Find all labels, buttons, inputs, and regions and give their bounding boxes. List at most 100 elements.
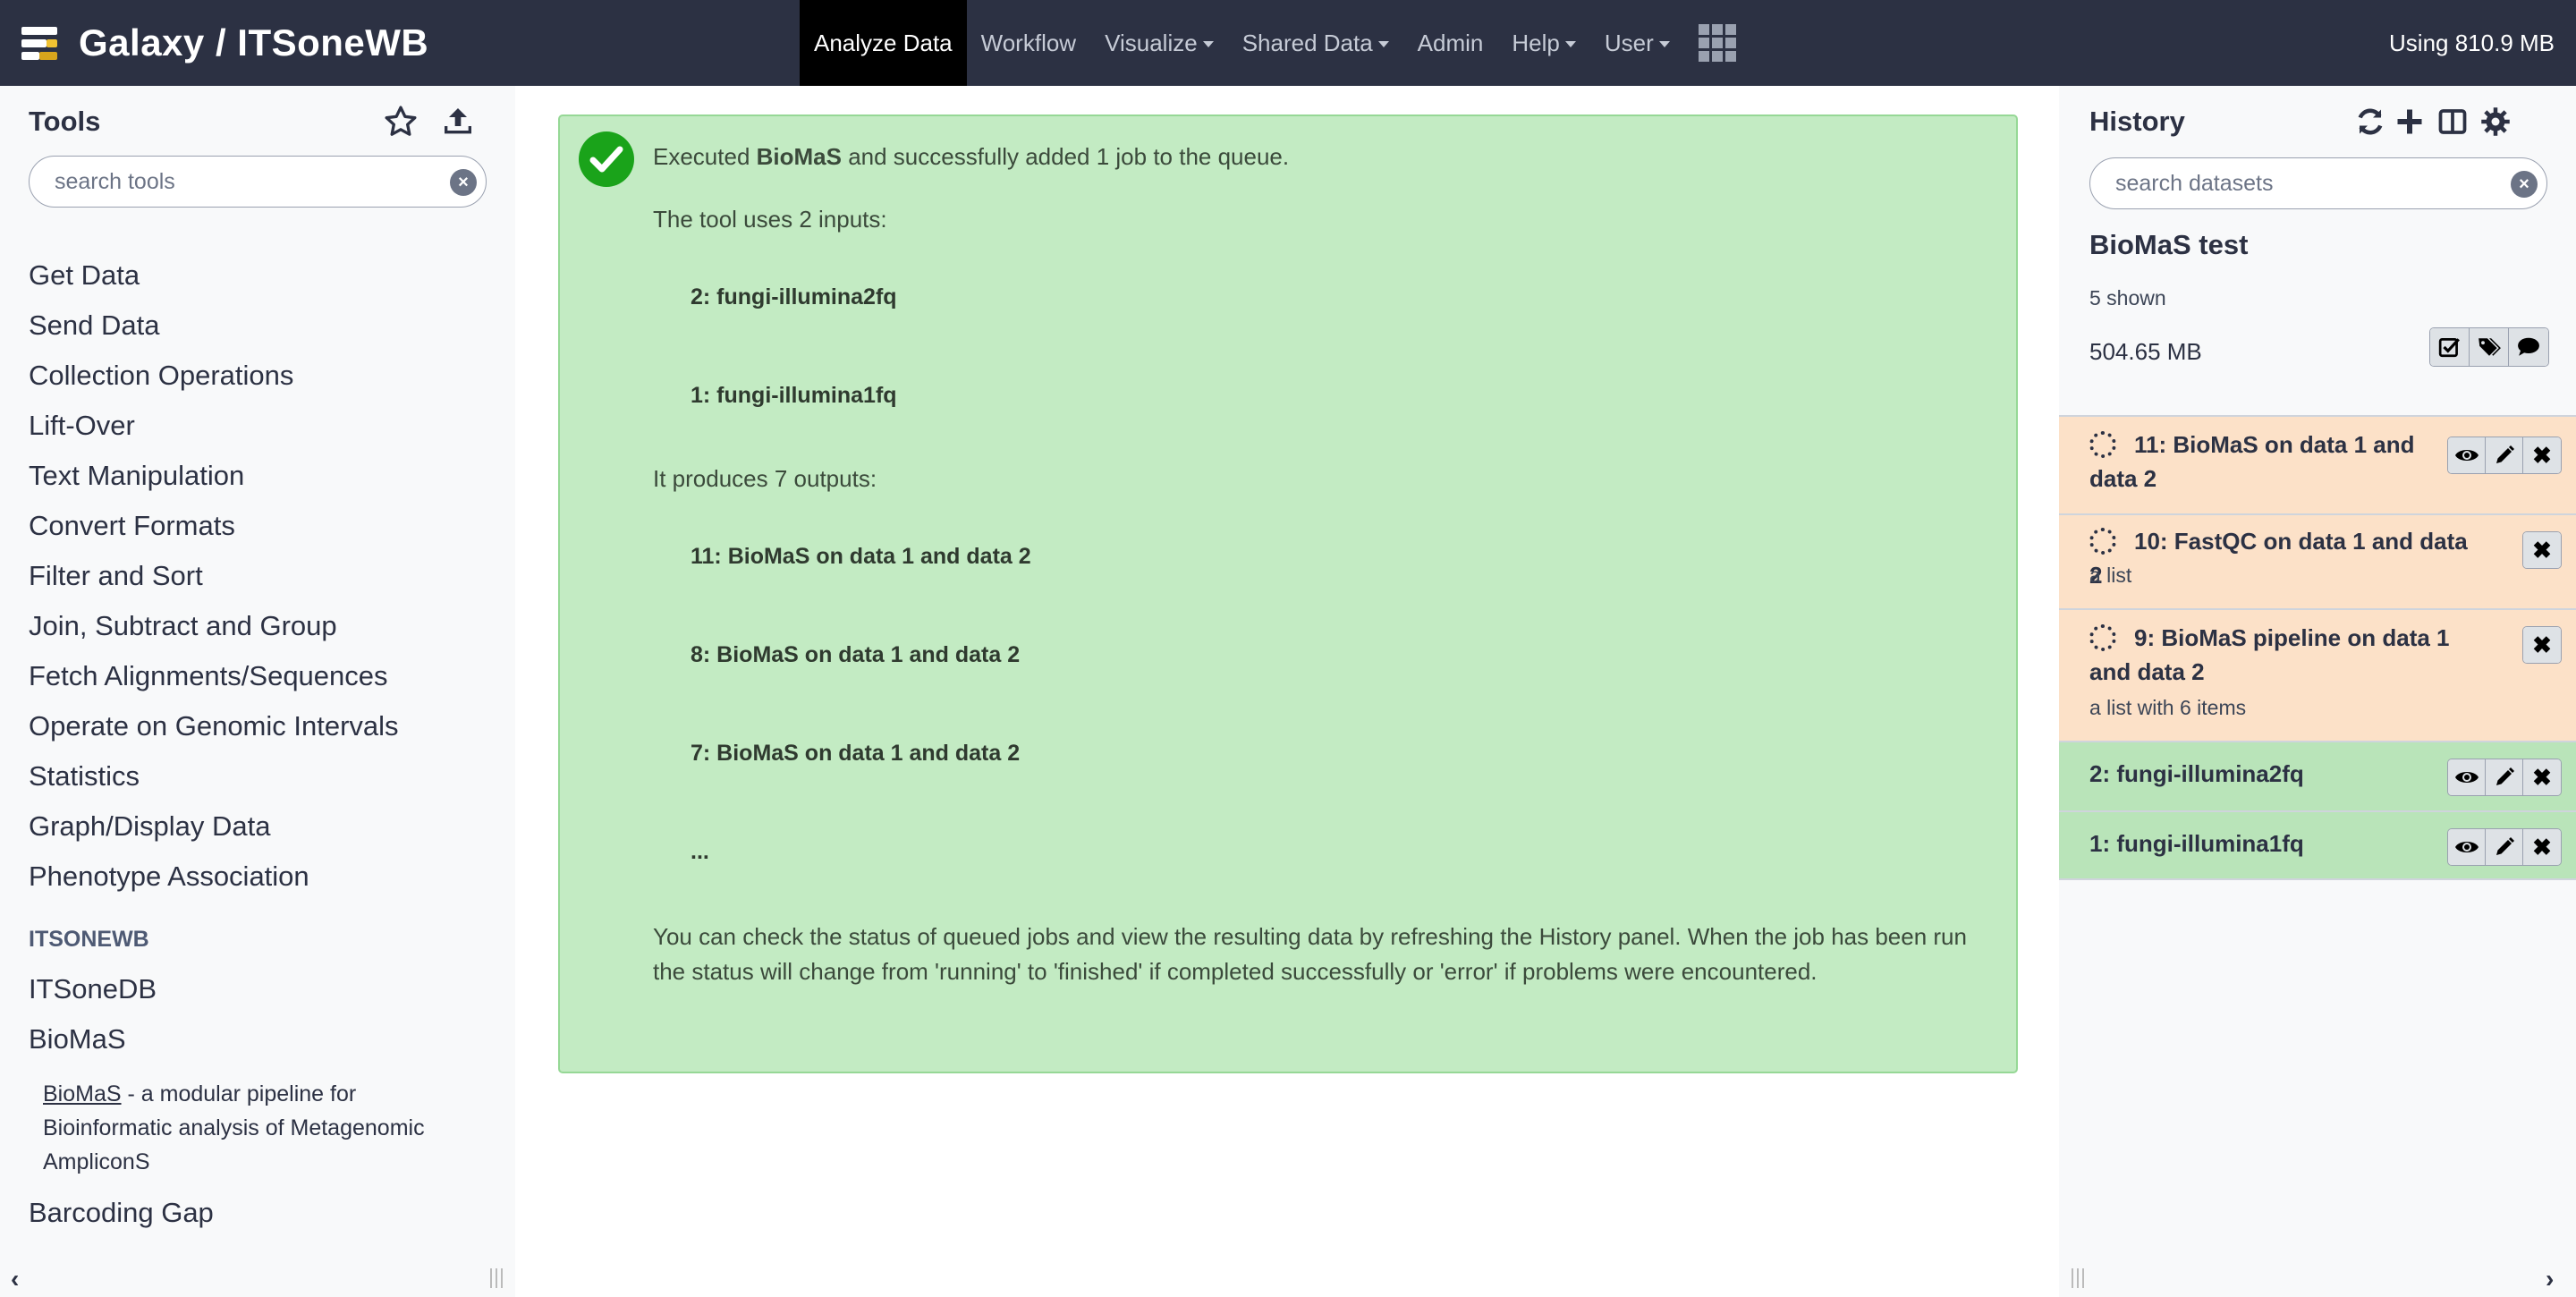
caret-down-icon — [1202, 40, 1214, 47]
nav-apps[interactable] — [1684, 0, 1750, 86]
edit-button[interactable] — [2486, 759, 2523, 795]
delete-button[interactable]: ✖ — [2523, 532, 2561, 568]
dataset-title-text: 11: BioMaS on data 1 and data 2 — [2089, 431, 2415, 492]
main-nav: Analyze Data Workflow Visualize Shared D… — [800, 0, 1750, 86]
nav-visualize[interactable]: Visualize — [1090, 0, 1228, 86]
star-icon[interactable] — [383, 104, 419, 140]
nav-label: Visualize — [1105, 29, 1198, 56]
biomas-tool-link[interactable]: BioMaS — [43, 1081, 122, 1106]
gear-icon[interactable] — [2479, 106, 2512, 138]
resize-handle-icon[interactable] — [490, 1268, 503, 1288]
nav-shared-data[interactable]: Shared Data — [1228, 0, 1403, 86]
alert-suffix: and successfully added 1 job to the queu… — [841, 143, 1290, 170]
output-item: 8: BioMaS on data 1 and data 2 — [691, 642, 1021, 667]
upload-icon[interactable] — [440, 104, 476, 140]
check-circle-icon — [579, 131, 634, 187]
columns-icon[interactable] — [2436, 106, 2469, 138]
nav-workflow[interactable]: Workflow — [967, 0, 1090, 86]
dataset-item[interactable]: 10: FastQC on data 1 and data 2 a list ✖ — [2059, 513, 2576, 608]
resize-handle-icon[interactable] — [2072, 1268, 2084, 1288]
dataset-title[interactable]: 11: BioMaS on data 1 and data 2 — [2089, 428, 2429, 496]
dataset-title[interactable]: 10: FastQC on data 1 and data 2 — [2089, 524, 2483, 592]
tool-section-fetch-alignments[interactable]: Fetch Alignments/Sequences — [29, 651, 494, 701]
edit-button[interactable] — [2486, 437, 2523, 473]
tool-section-get-data[interactable]: Get Data — [29, 250, 494, 301]
tool-section-graph-display[interactable]: Graph/Display Data — [29, 801, 494, 852]
tool-section-genomic-intervals[interactable]: Operate on Genomic Intervals — [29, 701, 494, 751]
nav-label: Admin — [1417, 29, 1484, 56]
dataset-title-text: 10: FastQC on data 1 and data 2 — [2089, 528, 2468, 589]
tool-section-biomas[interactable]: BioMaS — [29, 1014, 126, 1064]
brand-link[interactable]: Galaxy / ITSoneWB — [21, 16, 428, 70]
alert-note: You can check the status of queued jobs … — [653, 923, 1967, 985]
tool-search-input[interactable] — [30, 168, 486, 195]
history-name[interactable]: BioMaS test — [2089, 229, 2248, 261]
tool-section-convert-formats[interactable]: Convert Formats — [29, 501, 494, 551]
input-item: 2: fungi-illumina2fq — [691, 284, 897, 309]
nav-label: Workflow — [980, 29, 1077, 56]
refresh-icon[interactable] — [2354, 106, 2386, 138]
dataset-item[interactable]: 1: fungi-illumina1fq ✖ — [2059, 810, 2576, 880]
dataset-item[interactable]: 2: fungi-illumina2fq ✖ — [2059, 741, 2576, 810]
eye-icon — [2454, 450, 2479, 461]
history-panel-title: History — [2089, 106, 2185, 137]
nav-label: Analyze Data — [814, 29, 953, 56]
delete-button[interactable]: ✖ — [2523, 759, 2561, 795]
tags-button[interactable] — [2470, 328, 2509, 366]
dataset-title[interactable]: 9: BioMaS pipeline on data 1 and data 2 — [2089, 621, 2483, 689]
select-datasets-button[interactable] — [2430, 328, 2470, 366]
tool-section-barcoding-gap[interactable]: Barcoding Gap — [29, 1188, 214, 1238]
shown-count[interactable]: 5 shown — [2089, 286, 2166, 310]
tool-section-join-subtract-group[interactable]: Join, Subtract and Group — [29, 601, 494, 651]
clear-search-icon[interactable]: × — [450, 169, 477, 196]
tool-panel: Tools × Get Data Send Data Collection Op… — [0, 86, 515, 1297]
tool-section-itsonedb[interactable]: ITSoneDB — [29, 964, 157, 1014]
brand-title: Galaxy / ITSoneWB — [79, 21, 429, 64]
tool-section-phenotype-association[interactable]: Phenotype Association — [29, 852, 494, 902]
dataset-buttons: ✖ — [2522, 531, 2562, 569]
dataset-item[interactable]: 9: BioMaS pipeline on data 1 and data 2 … — [2059, 608, 2576, 741]
check-square-icon — [2438, 337, 2460, 358]
tool-section-filter-and-sort[interactable]: Filter and Sort — [29, 551, 494, 601]
grid-icon — [1698, 24, 1736, 62]
success-alert: Executed BioMaS and successfully added 1… — [558, 114, 2018, 1073]
annotation-button[interactable] — [2509, 328, 2548, 366]
close-icon: ✖ — [2532, 834, 2552, 860]
history-panel: History × BioMaS test 5 shown 504.65 MB — [2059, 86, 2576, 1256]
collapse-left-icon[interactable]: ‹ — [11, 1265, 19, 1293]
caret-down-icon — [1564, 40, 1576, 47]
nav-analyze-data[interactable]: Analyze Data — [800, 0, 967, 86]
nav-admin[interactable]: Admin — [1403, 0, 1498, 86]
dataset-item[interactable]: 11: BioMaS on data 1 and data 2 ✖ — [2059, 415, 2576, 513]
dataset-buttons: ✖ — [2447, 828, 2562, 866]
dataset-title[interactable]: 2: fungi-illumina2fq — [2089, 757, 2304, 791]
tool-section-send-data[interactable]: Send Data — [29, 301, 494, 351]
history-search-input[interactable] — [2090, 170, 2546, 197]
display-button[interactable] — [2448, 829, 2486, 865]
tool-section-statistics[interactable]: Statistics — [29, 751, 494, 801]
nav-help[interactable]: Help — [1497, 0, 1589, 86]
tool-section-lift-over[interactable]: Lift-Over — [29, 401, 494, 451]
delete-button[interactable]: ✖ — [2523, 627, 2561, 663]
quota-meter: Using 810.9 MB — [2389, 29, 2555, 56]
delete-button[interactable]: ✖ — [2523, 437, 2561, 473]
plus-icon[interactable] — [2394, 106, 2426, 138]
tool-panel-title: Tools — [29, 106, 101, 137]
masthead: Galaxy / ITSoneWB Analyze Data Workflow … — [0, 0, 2576, 86]
close-icon: ✖ — [2532, 632, 2552, 658]
edit-button[interactable] — [2486, 829, 2523, 865]
center-panel: Executed BioMaS and successfully added 1… — [515, 86, 2059, 1297]
tool-section-text-manipulation[interactable]: Text Manipulation — [29, 451, 494, 501]
alert-tool-name: BioMaS — [756, 143, 842, 170]
clear-search-icon[interactable]: × — [2511, 171, 2538, 198]
close-icon: ✖ — [2532, 764, 2552, 791]
nav-user[interactable]: User — [1590, 0, 1684, 86]
spinner-icon — [2089, 528, 2116, 555]
display-button[interactable] — [2448, 759, 2486, 795]
dataset-title[interactable]: 1: fungi-illumina1fq — [2089, 827, 2304, 860]
history-panel-footer: › — [2059, 1256, 2576, 1297]
tool-section-collection-operations[interactable]: Collection Operations — [29, 351, 494, 401]
display-button[interactable] — [2448, 437, 2486, 473]
collapse-right-icon[interactable]: › — [2546, 1265, 2554, 1293]
delete-button[interactable]: ✖ — [2523, 829, 2561, 865]
